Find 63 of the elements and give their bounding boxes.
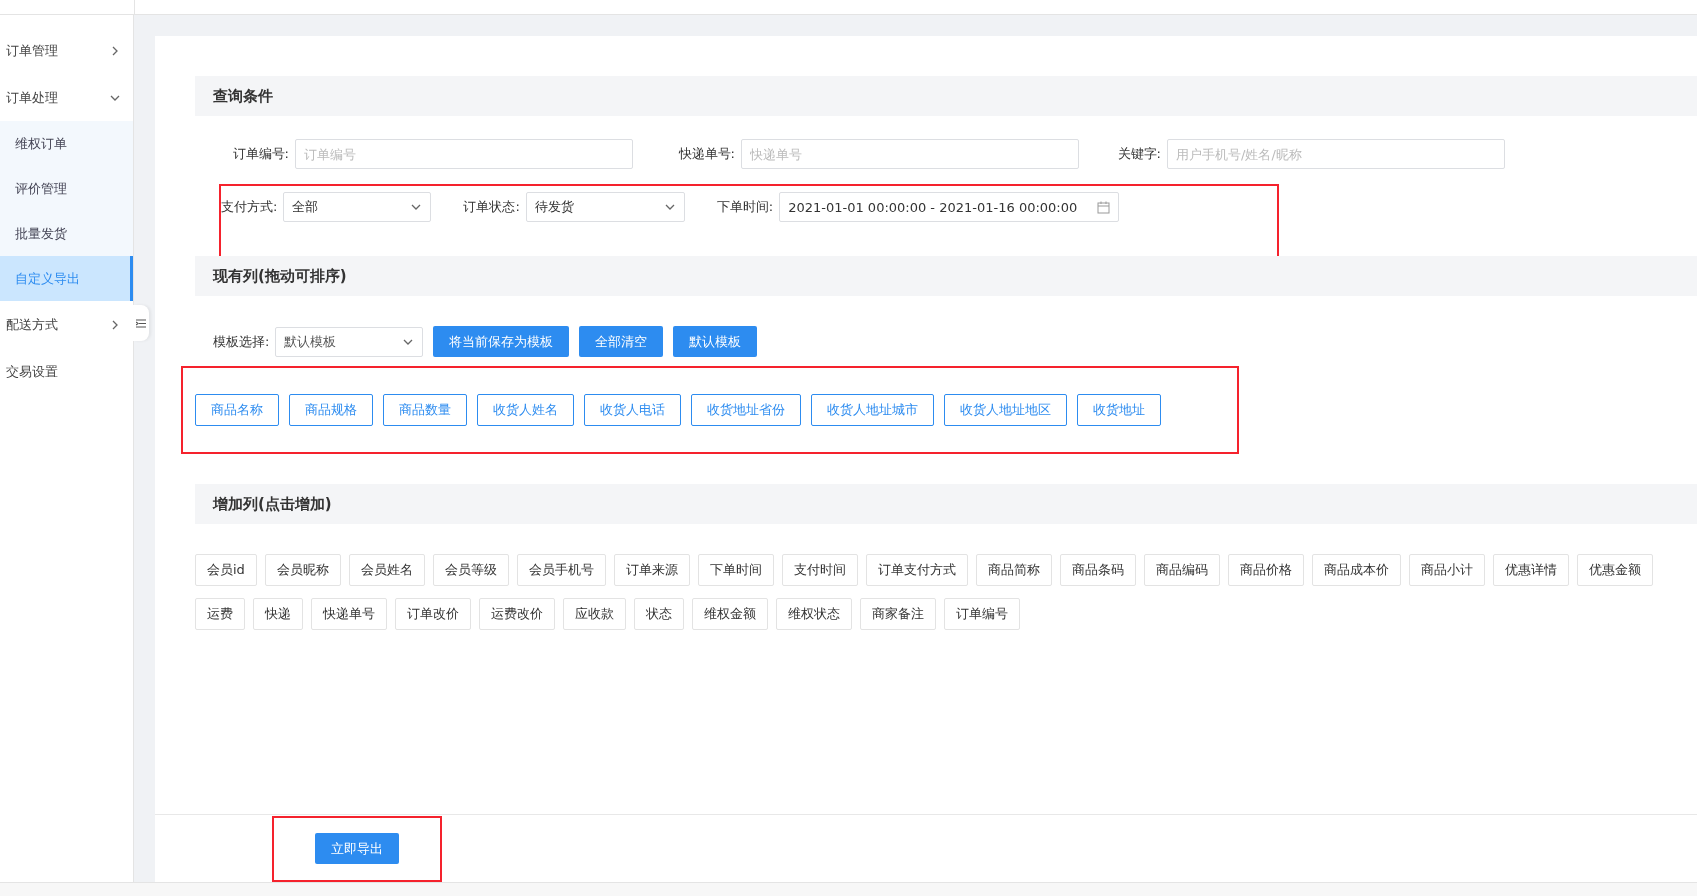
field-label: 订单编号: xyxy=(231,145,289,163)
column-tag[interactable]: 优惠详情 xyxy=(1492,554,1569,586)
column-tag[interactable]: 会员id xyxy=(195,554,257,586)
column-tag[interactable]: 收货人地址地区 xyxy=(944,394,1067,426)
column-tag[interactable]: 商品条码 xyxy=(1059,554,1136,586)
column-tag[interactable]: 下单时间 xyxy=(697,554,774,586)
column-tag[interactable]: 订单改价 xyxy=(395,598,471,630)
column-tag[interactable]: 支付时间 xyxy=(781,554,858,586)
sidebar-subitem[interactable]: 评价管理 xyxy=(0,166,133,211)
field-label: 订单状态: xyxy=(463,198,520,216)
column-tag[interactable]: 运费 xyxy=(195,598,245,630)
text-input[interactable]: 用户手机号/姓名/昵称 xyxy=(1167,139,1505,169)
section-header: 现有列(拖动可排序) xyxy=(195,256,1697,296)
column-tag[interactable]: 快递单号 xyxy=(311,598,387,630)
dropdown[interactable]: 全部 xyxy=(283,192,432,222)
column-tag[interactable]: 商品小计 xyxy=(1408,554,1485,586)
sidebar-item[interactable]: 交易设置 xyxy=(0,348,133,395)
column-tag[interactable]: 订单编号 xyxy=(944,598,1020,630)
sidebar-item[interactable]: 配送方式 xyxy=(0,301,133,348)
column-tag[interactable]: 商品名称 xyxy=(195,394,279,426)
column-tag[interactable]: 运费改价 xyxy=(479,598,555,630)
sidebar-subitem[interactable]: 维权订单 xyxy=(0,121,133,166)
field-label: 支付方式: xyxy=(221,198,278,216)
column-tag[interactable]: 收货人地址城市 xyxy=(811,394,934,426)
dropdown[interactable]: 默认模板 xyxy=(275,326,424,357)
calendar-icon xyxy=(1097,200,1111,214)
column-tag[interactable]: 商品编码 xyxy=(1143,554,1220,586)
column-tag[interactable]: 订单来源 xyxy=(613,554,690,586)
column-tag[interactable]: 维权状态 xyxy=(776,598,852,630)
field-label: 下单时间: xyxy=(716,198,774,216)
column-tag[interactable]: 收货地址省份 xyxy=(691,394,801,426)
dropdown[interactable]: 待发货 xyxy=(525,192,685,222)
field-label: 模板选择: xyxy=(213,332,270,351)
section-header: 查询条件 xyxy=(195,76,1697,116)
column-tag[interactable]: 商品规格 xyxy=(289,394,373,426)
column-tag[interactable]: 会员昵称 xyxy=(264,554,341,586)
column-tag[interactable]: 商品数量 xyxy=(383,394,467,426)
column-tag[interactable]: 应收款 xyxy=(563,598,626,630)
column-tag[interactable]: 会员姓名 xyxy=(348,554,425,586)
column-tag[interactable]: 收货人姓名 xyxy=(477,394,574,426)
section-header: 增加列(点击增加) xyxy=(195,484,1697,524)
column-tag[interactable]: 维权金额 xyxy=(692,598,768,630)
text-input[interactable]: 订单编号 xyxy=(295,139,633,169)
column-tag[interactable]: 会员手机号 xyxy=(516,554,606,586)
field-label: 快递单号: xyxy=(677,145,735,163)
column-tag[interactable]: 商品成本价 xyxy=(1311,554,1401,586)
field-label: 关键字: xyxy=(1116,145,1161,163)
column-tag[interactable]: 商家备注 xyxy=(860,598,936,630)
date-range-field[interactable]: 2021-01-01 00:00:00 - 2021-01-16 00:00:00 xyxy=(779,192,1120,222)
sidebar-item[interactable]: 订单处理 xyxy=(0,74,133,121)
text-input[interactable]: 快递单号 xyxy=(741,139,1079,169)
column-tag[interactable]: 商品价格 xyxy=(1227,554,1304,586)
collapse-menu-icon[interactable] xyxy=(133,305,149,341)
sidebar-subitem[interactable]: 批量发货 xyxy=(0,211,133,256)
column-tag[interactable]: 订单支付方式 xyxy=(865,554,968,586)
column-tag[interactable]: 状态 xyxy=(634,598,684,630)
sidebar-item[interactable]: 订单管理 xyxy=(0,27,133,74)
column-tag[interactable]: 优惠金额 xyxy=(1576,554,1653,586)
column-tag[interactable]: 会员等级 xyxy=(432,554,509,586)
column-tag[interactable]: 快递 xyxy=(253,598,303,630)
column-tag[interactable]: 收货人电话 xyxy=(584,394,681,426)
column-tag[interactable]: 商品简称 xyxy=(975,554,1052,586)
column-tag[interactable]: 收货地址 xyxy=(1077,394,1161,426)
